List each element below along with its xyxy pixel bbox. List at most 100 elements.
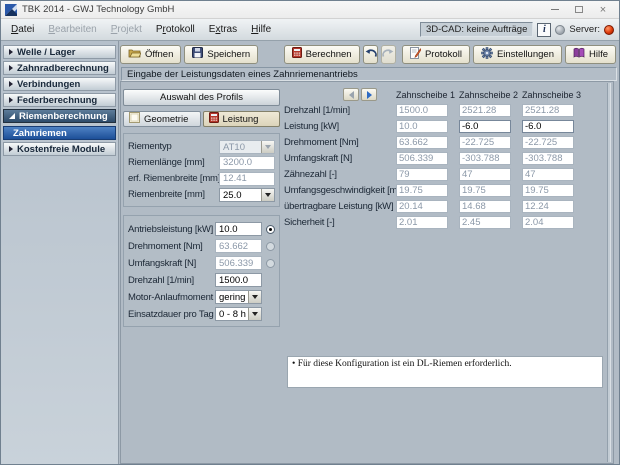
document-pen-icon bbox=[410, 47, 421, 62]
table-cell bbox=[522, 184, 574, 197]
prev-pulley-button bbox=[343, 88, 359, 101]
drive-power-field[interactable] bbox=[215, 222, 262, 236]
menu-hilfe[interactable]: Hilfe bbox=[244, 22, 278, 37]
table-cell bbox=[522, 136, 574, 149]
table-cell bbox=[396, 184, 448, 197]
row-label: Sicherheit [-] bbox=[284, 217, 385, 228]
chevron-expanded-icon bbox=[9, 113, 15, 119]
menu-projekt: Projekt bbox=[104, 22, 149, 37]
table-cell bbox=[396, 200, 448, 213]
row-label: übertragbare Leistung [kW] bbox=[284, 201, 385, 212]
status-message-bar: Eingabe der Leistungsdaten eines Zahnrie… bbox=[121, 67, 617, 81]
open-button[interactable]: Öffnen bbox=[120, 45, 181, 64]
sidebar-item-federberechnung[interactable]: Federberechnung bbox=[3, 93, 116, 107]
table-cell bbox=[396, 216, 448, 229]
gear-icon bbox=[481, 47, 493, 62]
chevron-down-icon bbox=[261, 141, 274, 153]
sidebar-item-zahnriemen[interactable]: Zahnriemen bbox=[3, 126, 116, 140]
chevron-down-icon bbox=[261, 189, 274, 201]
drive-power-label: Antriebsleistung [kW] bbox=[128, 224, 215, 235]
calculator-icon bbox=[292, 47, 302, 61]
row-label: Umfangsgeschwindigkeit [m/s] bbox=[284, 185, 385, 196]
arrow-left-icon bbox=[349, 91, 354, 99]
row-label: Leistung [kW] bbox=[284, 121, 385, 132]
drive-power-radio[interactable] bbox=[266, 225, 275, 234]
table-cell bbox=[522, 152, 574, 165]
sidebar-item-verbindungen[interactable]: Verbindungen bbox=[3, 77, 116, 91]
undo-button[interactable] bbox=[363, 45, 378, 64]
minimize-button[interactable] bbox=[543, 2, 567, 18]
next-pulley-button[interactable] bbox=[361, 88, 377, 101]
sidebar-item-kostenfreie-module[interactable]: Kostenfreie Module bbox=[3, 142, 116, 156]
chevron-down-icon bbox=[248, 291, 261, 303]
maximize-button[interactable] bbox=[567, 2, 591, 18]
belt-width-label: Riemenbreite [mm] bbox=[128, 189, 219, 200]
chevron-right-icon bbox=[9, 81, 13, 87]
calculate-button[interactable]: Berechnen bbox=[284, 45, 360, 64]
drive-speed-field[interactable] bbox=[215, 273, 262, 287]
table-cell bbox=[396, 104, 448, 117]
main-panel: Auswahl des Profils Geometrie Leistung R… bbox=[120, 81, 614, 464]
redo-icon bbox=[382, 48, 395, 61]
belt-width-select[interactable]: 25.0 bbox=[219, 188, 275, 202]
settings-button[interactable]: Einstellungen bbox=[473, 45, 562, 64]
drive-force-radio[interactable] bbox=[266, 259, 275, 268]
protocol-button[interactable]: Protokoll bbox=[402, 45, 470, 64]
menu-datei[interactable]: Datei bbox=[4, 22, 41, 37]
menu-bearbeiten: Bearbeiten bbox=[41, 22, 103, 37]
geometry-tab-button[interactable]: Geometrie bbox=[123, 111, 201, 127]
table-cell bbox=[396, 120, 448, 133]
table-cell bbox=[459, 152, 511, 165]
table-cell-editable[interactable] bbox=[522, 120, 574, 133]
undo-icon bbox=[364, 48, 377, 61]
calculator-icon bbox=[209, 112, 219, 126]
drive-torque-label: Drehmoment [Nm] bbox=[128, 241, 215, 252]
table-cell bbox=[522, 168, 574, 181]
info-button[interactable]: i bbox=[537, 23, 551, 37]
belt-length-label: Riemenlänge [mm] bbox=[128, 157, 219, 168]
required-belt-width-field bbox=[219, 172, 275, 186]
drive-torque-radio[interactable] bbox=[266, 242, 275, 251]
note-text: • Für diese Konfiguration ist ein DL-Rie… bbox=[292, 359, 512, 369]
table-cell-editable[interactable] bbox=[459, 120, 511, 133]
window-title: TBK 2014 - GWJ Technology GmbH bbox=[22, 4, 543, 15]
row-label: Umfangskraft [N] bbox=[284, 153, 385, 164]
table-cell bbox=[459, 136, 511, 149]
app-logo-icon bbox=[5, 4, 17, 16]
row-label: Zähnezahl [-] bbox=[284, 169, 385, 180]
arrow-right-icon bbox=[367, 91, 372, 99]
sidebar-item-riemenberechnung[interactable]: Riemenberechnung bbox=[3, 109, 116, 123]
menubar: Datei Bearbeiten Projekt Protokoll Extra… bbox=[1, 19, 619, 41]
belt-type-select: AT10 bbox=[219, 140, 275, 154]
chevron-right-icon bbox=[9, 146, 13, 152]
belt-settings-column: Auswahl des Profils Geometrie Leistung R… bbox=[123, 89, 280, 327]
table-cell bbox=[459, 104, 511, 117]
sidebar-item-zahnradberechnung[interactable]: Zahnradberechnung bbox=[3, 61, 116, 75]
chevron-right-icon bbox=[9, 49, 13, 55]
drive-force-label: Umfangskraft [N] bbox=[128, 258, 215, 269]
help-button[interactable]: Hilfe bbox=[565, 45, 616, 64]
menu-protokoll[interactable]: Protokoll bbox=[149, 22, 202, 37]
performance-tab-button[interactable]: Leistung bbox=[203, 111, 281, 127]
close-button[interactable]: × bbox=[591, 2, 615, 18]
table-cell bbox=[522, 216, 574, 229]
duty-per-day-label: Einsatzdauer pro Tag [-] bbox=[128, 309, 215, 320]
drive-data-group: Antriebsleistung [kW] Drehmoment [Nm] Um… bbox=[123, 215, 280, 327]
belt-length-field bbox=[219, 156, 275, 170]
select-profile-button[interactable]: Auswahl des Profils bbox=[123, 89, 280, 106]
table-cell bbox=[396, 136, 448, 149]
configuration-note: • Für diese Konfiguration ist ein DL-Rie… bbox=[287, 356, 603, 388]
cad-status-icon bbox=[555, 25, 565, 35]
geometry-icon bbox=[129, 112, 140, 126]
menu-extras[interactable]: Extras bbox=[202, 22, 244, 37]
sidebar-item-welle-lager[interactable]: Welle / Lager bbox=[3, 45, 116, 59]
panel-splitter[interactable] bbox=[607, 83, 611, 462]
startup-torque-select[interactable]: gering bbox=[215, 290, 262, 304]
table-cell bbox=[459, 168, 511, 181]
cad-status-box: 3D-CAD: keine Aufträge bbox=[420, 22, 533, 37]
duty-per-day-select[interactable]: 0 - 8 h bbox=[215, 307, 262, 321]
required-belt-width-label: erf. Riemenbreite [mm] bbox=[128, 173, 219, 184]
save-button[interactable]: Speichern bbox=[184, 45, 258, 64]
app-window: TBK 2014 - GWJ Technology GmbH × Datei B… bbox=[0, 0, 620, 465]
table-cell bbox=[459, 216, 511, 229]
